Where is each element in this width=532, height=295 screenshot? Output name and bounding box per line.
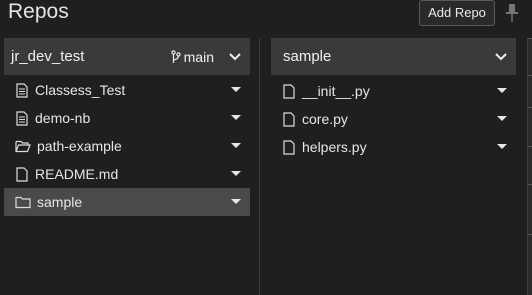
item-name: helpers.py bbox=[302, 139, 367, 155]
caret-down-icon[interactable] bbox=[231, 199, 241, 204]
file-icon bbox=[16, 166, 28, 182]
list-item-sample[interactable]: sample bbox=[4, 188, 250, 216]
repo-name: jr_dev_test bbox=[11, 48, 85, 65]
right-file-list: __init__.py core.py helpers.py bbox=[271, 77, 516, 161]
list-item-init-py[interactable]: __init__.py bbox=[271, 77, 516, 105]
item-name: Classess_Test bbox=[35, 82, 126, 98]
file-icon bbox=[283, 139, 295, 155]
folder-open-icon bbox=[15, 140, 31, 152]
list-item-classess-test[interactable]: Classess_Test bbox=[4, 76, 250, 104]
item-name: demo-nb bbox=[35, 110, 91, 126]
pin-icon[interactable] bbox=[503, 3, 521, 23]
notebook-icon bbox=[16, 110, 28, 126]
list-item-readme[interactable]: README.md bbox=[4, 160, 250, 188]
item-name: README.md bbox=[35, 166, 119, 182]
item-name: core.py bbox=[302, 111, 348, 127]
column-divider bbox=[259, 38, 260, 295]
list-item-helpers-py[interactable]: helpers.py bbox=[271, 133, 516, 161]
caret-down-icon[interactable] bbox=[231, 143, 241, 148]
folder-name: sample bbox=[283, 48, 332, 65]
repo-header[interactable]: jr_dev_test main bbox=[4, 38, 250, 75]
chevron-down-icon[interactable] bbox=[494, 52, 508, 62]
list-item-core-py[interactable]: core.py bbox=[271, 105, 516, 133]
list-item-demo-nb[interactable]: demo-nb bbox=[4, 104, 250, 132]
notebook-icon bbox=[16, 82, 28, 98]
file-icon bbox=[283, 111, 295, 127]
branch-icon bbox=[170, 49, 181, 63]
caret-down-icon[interactable] bbox=[497, 144, 507, 149]
folder-header[interactable]: sample bbox=[271, 38, 516, 75]
item-name: __init__.py bbox=[302, 83, 370, 99]
caret-down-icon[interactable] bbox=[497, 116, 507, 121]
caret-down-icon[interactable] bbox=[231, 171, 241, 176]
page-title: Repos bbox=[8, 0, 69, 23]
folder-icon bbox=[15, 196, 31, 208]
branch-name: main bbox=[183, 48, 214, 65]
item-name: path-example bbox=[37, 138, 122, 154]
caret-down-icon[interactable] bbox=[231, 87, 241, 92]
chevron-down-icon[interactable] bbox=[228, 52, 242, 62]
caret-down-icon[interactable] bbox=[497, 88, 507, 93]
item-name: sample bbox=[37, 194, 83, 210]
next-column-edge bbox=[527, 38, 532, 295]
caret-down-icon[interactable] bbox=[231, 115, 241, 120]
left-file-list: Classess_Test demo-nb path-example READM… bbox=[4, 76, 250, 216]
list-item-path-example[interactable]: path-example bbox=[4, 132, 250, 160]
branch-selector[interactable]: main bbox=[170, 48, 214, 65]
add-repo-button[interactable]: Add Repo bbox=[419, 0, 495, 26]
file-icon bbox=[283, 83, 295, 99]
